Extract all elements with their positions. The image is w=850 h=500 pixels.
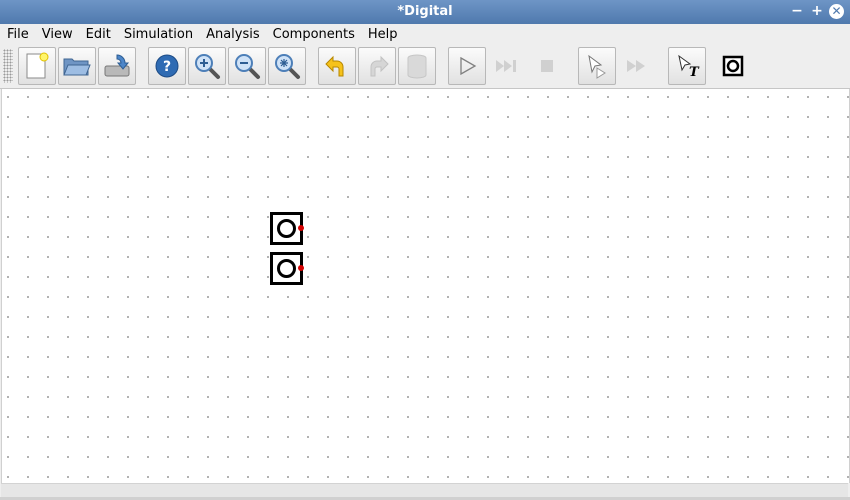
zoom-fit-button[interactable] [268,47,306,85]
svg-text:T: T [689,65,700,79]
zoom-out-icon [235,54,260,79]
stop-icon [541,60,553,72]
menu-edit[interactable]: Edit [79,27,117,42]
menu-help[interactable]: Help [361,27,404,42]
menu-view[interactable]: View [35,27,79,42]
menu-analysis[interactable]: Analysis [199,27,266,42]
fast-forward-icon [496,60,516,72]
svg-text:?: ? [163,59,171,75]
undo-button[interactable] [318,47,356,85]
play-icon [460,56,477,76]
undo-icon [325,55,344,77]
menu-simulation[interactable]: Simulation [117,27,199,42]
analyse-button[interactable] [578,47,616,85]
window-title: *Digital [397,4,453,19]
help-button[interactable]: ? [148,47,186,85]
text-tool-icon: T [678,54,700,79]
zoom-in-icon [195,54,220,79]
open-folder-icon [63,58,91,76]
redo-icon [370,55,389,77]
last-component-button[interactable] [714,47,752,85]
step-button[interactable] [618,47,656,85]
maximize-icon[interactable]: + [809,3,825,20]
trash-icon [407,54,427,79]
open-file-button[interactable] [58,47,96,85]
zoom-fit-icon [275,54,300,79]
save-icon [104,54,130,77]
help-icon: ? [155,54,179,78]
new-file-icon [26,52,49,79]
menu-components[interactable]: Components [266,27,361,42]
toolbar-grip[interactable] [3,49,13,83]
circuit-canvas[interactable] [1,89,850,483]
insert-text-button[interactable]: T [668,47,706,85]
close-icon[interactable]: ✕ [829,4,844,19]
horizontal-scrollbar[interactable] [1,483,848,498]
zoom-in-button[interactable] [188,47,226,85]
redo-button[interactable] [358,47,396,85]
output-pin[interactable] [298,265,304,271]
title-bar: *Digital − + ✕ [0,0,850,24]
step-icon [627,60,645,72]
menu-file[interactable]: File [0,27,35,42]
new-file-button[interactable] [18,47,56,85]
input-component[interactable] [269,251,305,287]
zoom-out-button[interactable] [228,47,266,85]
component-icon [722,55,744,77]
analyse-icon [588,54,606,79]
input-component[interactable] [269,211,305,247]
save-file-button[interactable] [98,47,136,85]
menu-bar: File View Edit Simulation Analysis Compo… [0,24,850,44]
delete-button[interactable] [398,47,436,85]
toolbar: ? T [0,44,850,89]
output-pin[interactable] [298,225,304,231]
fast-run-button[interactable] [488,47,526,85]
start-simulation-button[interactable] [448,47,486,85]
minimize-icon[interactable]: − [789,3,805,20]
stop-simulation-button[interactable] [528,47,566,85]
